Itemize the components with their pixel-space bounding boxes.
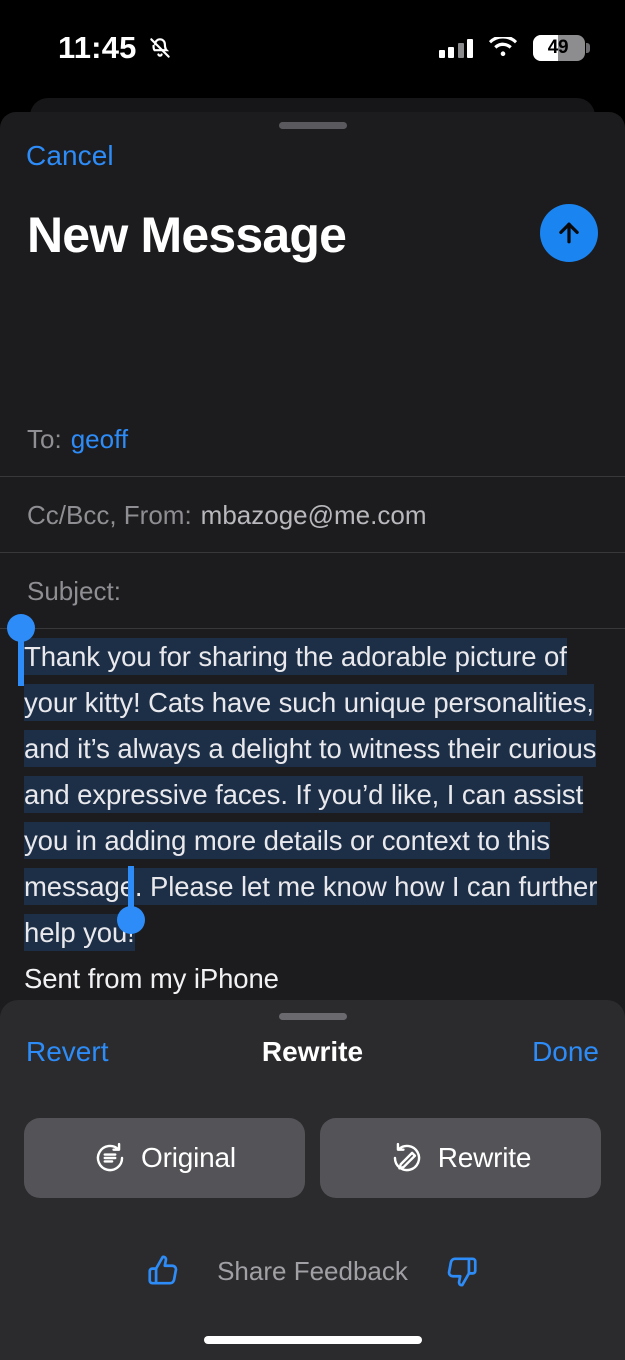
rewrite-button-label: Rewrite (437, 1142, 532, 1173)
battery-percent-label: 49 (547, 37, 569, 58)
from-address[interactable]: mbazoge@me.com (201, 500, 427, 531)
original-button[interactable]: Original (24, 1118, 305, 1198)
selection-start-knob[interactable] (7, 614, 35, 642)
selection-end-handle[interactable] (117, 866, 145, 934)
bell-slash-icon (147, 35, 173, 61)
status-bar-right: 49 (438, 35, 590, 61)
page-title: New Message (27, 207, 347, 263)
subject-field[interactable]: Subject: (0, 554, 625, 629)
status-bar-left: 11:45 (58, 30, 173, 66)
sheet-grabber[interactable] (278, 122, 347, 129)
share-feedback-label[interactable]: Share Feedback (217, 1256, 408, 1287)
selection-end-knob[interactable] (117, 906, 145, 934)
cancel-button[interactable]: Cancel (26, 140, 114, 172)
message-body-text[interactable]: Thank you for sharing the adorable pictu… (24, 634, 601, 1002)
rewrite-options-row: Original Rewrite (24, 1118, 601, 1198)
panel-header: Revert Rewrite Done (0, 1036, 625, 1080)
thumbs-down-icon[interactable] (442, 1252, 480, 1290)
arrow-up-icon (554, 218, 584, 248)
battery-cap (586, 43, 590, 53)
to-label: To: (27, 423, 62, 454)
rotate-right-pencil-icon (390, 1141, 424, 1175)
cc-bcc-from-field[interactable]: Cc/Bcc, From: mbazoge@me.com (0, 478, 625, 553)
cc-bcc-from-label: Cc/Bcc, From: (27, 499, 192, 530)
rotate-left-document-icon (93, 1141, 127, 1175)
feedback-row: Share Feedback (0, 1252, 625, 1290)
signature-text[interactable]: Sent from my iPhone (24, 963, 279, 994)
done-button[interactable]: Done (532, 1036, 599, 1068)
to-field[interactable]: To: geoff (0, 402, 625, 477)
rewrite-button[interactable]: Rewrite (320, 1118, 601, 1198)
wifi-icon (488, 37, 518, 59)
panel-grabber[interactable] (278, 1013, 347, 1020)
original-button-label: Original (141, 1142, 236, 1173)
send-button[interactable] (540, 204, 598, 262)
rewrite-panel: Revert Rewrite Done Original Rewrite Sha… (0, 1000, 625, 1360)
cellular-bars-icon (438, 38, 473, 58)
home-indicator (203, 1336, 422, 1344)
iphone-screen: 11:45 49 Cancel New Message To: geoff Cc… (0, 0, 625, 1360)
thumbs-up-icon[interactable] (145, 1252, 183, 1290)
to-recipient[interactable]: geoff (71, 424, 128, 455)
selected-text[interactable]: Thank you for sharing the adorable pictu… (24, 638, 597, 951)
battery-indicator: 49 (533, 35, 590, 61)
subject-label: Subject: (27, 575, 121, 606)
selection-start-handle[interactable] (7, 614, 35, 686)
status-bar-clock: 11:45 (58, 30, 137, 65)
compose-title-row: New Message (0, 204, 625, 296)
status-bar: 11:45 49 (0, 0, 625, 96)
